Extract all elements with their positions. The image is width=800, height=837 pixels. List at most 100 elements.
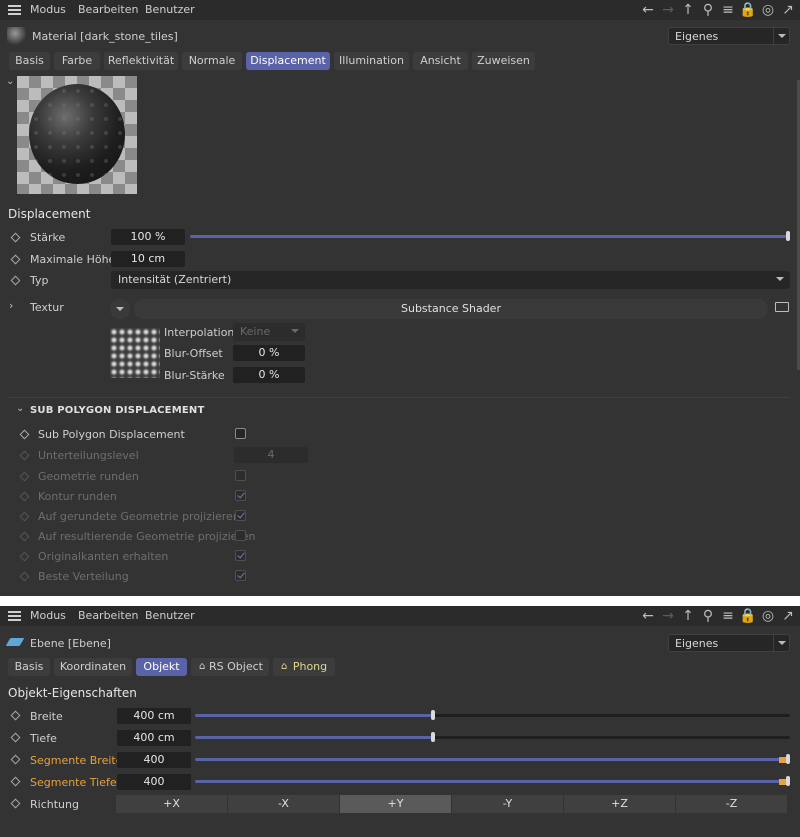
type-select[interactable]: Intensität (Zentriert)	[111, 271, 790, 289]
view-mode-dropdown[interactable]: Eigenes	[668, 634, 790, 652]
segments-width-slider-knob[interactable]	[786, 754, 790, 764]
collapse-chevron-icon[interactable]: ⌄	[6, 76, 14, 87]
strength-slider-knob[interactable]	[786, 231, 790, 241]
menu-edit[interactable]: Bearbeiten	[78, 3, 138, 16]
interpolation-select[interactable]: Keine	[233, 323, 305, 341]
direction-option-selected[interactable]: +Y	[340, 795, 451, 813]
keyframe-diamond-icon[interactable]	[10, 754, 21, 765]
tab-normale[interactable]: Normale	[182, 52, 242, 70]
arrow-left-icon[interactable]: ←	[639, 1, 657, 19]
interpolation-value: Keine	[240, 325, 271, 338]
texture-menu-button[interactable]	[110, 299, 130, 319]
interpolation-label: Interpolation	[164, 326, 235, 339]
arrow-left-icon[interactable]: ←	[639, 607, 657, 625]
width-slider-fill	[195, 714, 433, 717]
keyframe-diamond-icon[interactable]	[19, 429, 30, 440]
tag-icon: ⌂	[199, 661, 206, 672]
max-height-input[interactable]: 10 cm	[111, 251, 185, 267]
arrow-right-icon[interactable]: →	[659, 607, 677, 625]
type-label: Typ	[30, 274, 49, 287]
tab-objekt[interactable]: Objekt	[136, 658, 187, 676]
hamburger-icon[interactable]	[8, 611, 21, 621]
tab-displacement[interactable]: Displacement	[246, 52, 330, 70]
keyframe-diamond-icon[interactable]	[10, 732, 21, 743]
tab-reflektivitaet[interactable]: Reflektivität	[104, 52, 178, 70]
tab-farbe[interactable]: Farbe	[54, 52, 100, 70]
lock-icon[interactable]: 🔒	[739, 1, 757, 19]
segments-width-input[interactable]: 400	[117, 752, 191, 768]
tag-icon: ⌂	[281, 661, 288, 672]
keyframe-diamond-icon[interactable]	[10, 710, 21, 721]
round-contour-label: Kontur runden	[38, 490, 117, 503]
menu-mode[interactable]: Modus	[30, 3, 66, 16]
folder-icon[interactable]	[775, 302, 789, 312]
external-icon[interactable]: ↗	[779, 607, 797, 625]
search-icon[interactable]: ⚲	[699, 607, 717, 625]
filter-icon[interactable]: ≡	[719, 1, 737, 19]
menu-user[interactable]: Benutzer	[145, 3, 195, 16]
segments-depth-slider[interactable]	[195, 776, 790, 786]
segments-depth-slider-knob[interactable]	[786, 776, 790, 786]
blur-offset-input[interactable]: 0 %	[233, 345, 305, 361]
keyframe-diamond-icon[interactable]	[10, 254, 21, 265]
tab-rs-object[interactable]: ⌂ RS Object	[191, 658, 269, 676]
sub-polygon-checkbox[interactable]	[235, 428, 246, 439]
width-slider-knob[interactable]	[431, 710, 435, 720]
direction-option[interactable]: -Y	[452, 795, 563, 813]
depth-slider-knob[interactable]	[431, 732, 435, 742]
arrow-up-icon[interactable]: ↑	[679, 607, 697, 625]
menu-user[interactable]: Benutzer	[145, 609, 195, 622]
tab-basis[interactable]: Basis	[9, 52, 50, 70]
width-input[interactable]: 400 cm	[117, 708, 191, 724]
keyframe-diamond-icon[interactable]	[10, 232, 21, 243]
arrow-up-icon[interactable]: ↑	[679, 1, 697, 19]
blur-strength-input[interactable]: 0 %	[233, 367, 305, 383]
direction-option[interactable]: -Z	[676, 795, 787, 813]
material-preview-image	[17, 76, 137, 194]
tab-illumination[interactable]: Illumination	[334, 52, 409, 70]
direction-option[interactable]: -X	[228, 795, 339, 813]
keyframe-diamond-icon[interactable]	[10, 776, 21, 787]
chevron-down-icon	[773, 635, 789, 651]
expand-chevron-icon[interactable]: ›	[9, 299, 13, 312]
chevron-down-icon	[776, 277, 784, 281]
lock-icon[interactable]: 🔒	[739, 607, 757, 625]
collapse-chevron-icon[interactable]: ⌄	[16, 403, 24, 414]
depth-input[interactable]: 400 cm	[117, 730, 191, 746]
view-mode-value: Eigenes	[675, 637, 719, 650]
tab-phong[interactable]: ⌂ Phong	[273, 658, 335, 676]
direction-option[interactable]: +Z	[564, 795, 675, 813]
segments-width-slider-fill	[195, 758, 790, 761]
sub-polygon-title: SUB POLYGON DISPLACEMENT	[30, 405, 205, 416]
depth-slider[interactable]	[195, 732, 790, 742]
hamburger-icon[interactable]	[8, 5, 21, 15]
keyframe-diamond-icon[interactable]	[10, 798, 21, 809]
target-icon[interactable]: ◎	[759, 607, 777, 625]
section-title-displacement: Displacement	[8, 207, 91, 221]
keyframe-diamond-icon	[19, 471, 30, 482]
substance-shader-button[interactable]: Substance Shader	[134, 299, 768, 319]
target-icon[interactable]: ◎	[759, 1, 777, 19]
tab-basis[interactable]: Basis	[8, 658, 50, 676]
menu-edit[interactable]: Bearbeiten	[78, 609, 138, 622]
external-icon[interactable]: ↗	[779, 1, 797, 19]
tab-ansicht[interactable]: Ansicht	[413, 52, 468, 70]
arrow-right-icon[interactable]: →	[659, 1, 677, 19]
keep-original-edges-label: Originalkanten erhalten	[38, 550, 169, 563]
strength-slider[interactable]	[190, 231, 790, 241]
view-mode-dropdown[interactable]: Eigenes	[668, 27, 790, 45]
search-icon[interactable]: ⚲	[699, 1, 717, 19]
tab-koordinaten[interactable]: Koordinaten	[54, 658, 132, 676]
menu-mode[interactable]: Modus	[30, 609, 66, 622]
segments-width-slider[interactable]	[195, 754, 790, 764]
max-height-label: Maximale Höhe	[30, 253, 116, 266]
keyframe-diamond-icon	[19, 511, 30, 522]
filter-icon[interactable]: ≡	[719, 607, 737, 625]
direction-option[interactable]: +X	[116, 795, 227, 813]
keyframe-diamond-icon[interactable]	[10, 275, 21, 286]
segments-depth-input[interactable]: 400	[117, 774, 191, 790]
tab-zuweisen[interactable]: Zuweisen	[472, 52, 535, 70]
object-title: Ebene [Ebene]	[30, 637, 111, 650]
width-slider[interactable]	[195, 710, 790, 720]
strength-input[interactable]: 100 %	[111, 229, 185, 245]
